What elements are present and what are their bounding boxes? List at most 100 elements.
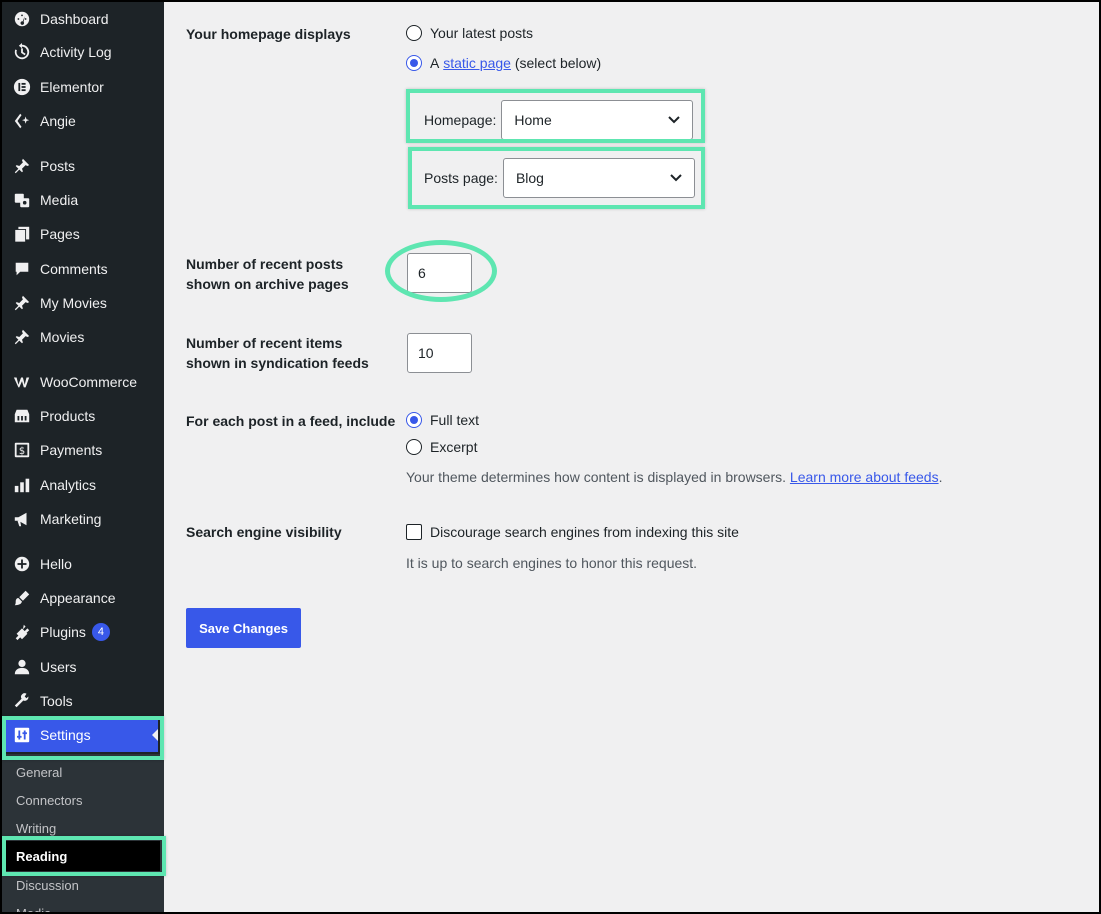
latest-posts-label: Your latest posts bbox=[430, 25, 533, 41]
settings-submenu: General Connectors Writing Reading Discu… bbox=[2, 754, 164, 912]
sparkle-icon bbox=[12, 111, 32, 131]
sidebar-item-plugins[interactable]: Plugins 4 bbox=[2, 615, 164, 649]
pin-icon bbox=[12, 327, 32, 347]
discourage-search-checkbox[interactable] bbox=[406, 524, 422, 540]
posts-page-select-value: Blog bbox=[515, 170, 544, 186]
sidebar-item-hello[interactable]: Hello bbox=[2, 547, 164, 581]
submenu-general[interactable]: General bbox=[16, 765, 62, 780]
wrench-icon bbox=[12, 691, 32, 711]
full-text-option[interactable]: Full text bbox=[406, 412, 479, 428]
sidebar-item-label: WooCommerce bbox=[40, 374, 137, 390]
sidebar-item-posts[interactable]: Posts bbox=[2, 149, 164, 183]
excerpt-label: Excerpt bbox=[430, 439, 478, 455]
archive-posts-label: Number of recent posts shown on archive … bbox=[186, 256, 349, 292]
sidebar-item-tools[interactable]: Tools bbox=[2, 684, 164, 718]
history-icon bbox=[12, 42, 32, 62]
homepage-select-label: Homepage: bbox=[424, 112, 497, 128]
feed-description: Your theme determines how content is dis… bbox=[406, 469, 942, 485]
learn-more-feeds-link[interactable]: Learn more about feeds bbox=[790, 469, 939, 485]
posts-page-select-row: Posts page: Blog bbox=[424, 158, 695, 198]
sidebar-item-woocommerce[interactable]: WooCommerce bbox=[2, 365, 164, 399]
chevron-down-icon bbox=[670, 174, 682, 182]
sidebar-item-angie[interactable]: Angie bbox=[2, 104, 164, 138]
sidebar-item-products[interactable]: Products bbox=[2, 399, 164, 433]
sidebar-item-label: Tools bbox=[40, 693, 73, 709]
sidebar-item-label: Users bbox=[40, 659, 77, 675]
static-prefix-text: A bbox=[430, 55, 440, 71]
search-description: It is up to search engines to honor this… bbox=[406, 555, 698, 571]
sidebar-item-pages[interactable]: Pages bbox=[2, 217, 164, 251]
discourage-search-option[interactable]: Discourage search engines from indexing … bbox=[406, 524, 739, 540]
sidebar-item-activity-log[interactable]: Activity Log bbox=[2, 35, 164, 69]
sidebar-item-label: Hello bbox=[40, 556, 72, 572]
save-changes-button[interactable]: Save Changes bbox=[186, 608, 301, 648]
sidebar-item-label: My Movies bbox=[40, 295, 107, 311]
chevron-down-icon bbox=[668, 116, 681, 124]
posts-page-select[interactable]: Blog bbox=[502, 158, 695, 198]
sidebar-item-movies[interactable]: Movies bbox=[2, 320, 164, 354]
plus-circle-icon bbox=[12, 554, 32, 574]
sidebar-item-comments[interactable]: Comments bbox=[2, 252, 164, 286]
feed-description-end: . bbox=[938, 469, 943, 485]
sidebar-item-label: Elementor bbox=[40, 79, 104, 95]
sidebar-item-my-movies[interactable]: My Movies bbox=[2, 286, 164, 320]
update-count-badge: 4 bbox=[91, 623, 110, 641]
sidebar-item-users[interactable]: Users bbox=[2, 650, 164, 684]
sidebar-item-label: Products bbox=[40, 408, 96, 424]
static-page-link[interactable]: static page bbox=[443, 55, 511, 71]
syndication-input[interactable] bbox=[407, 333, 472, 373]
pages-icon bbox=[12, 224, 32, 244]
submenu-discussion[interactable]: Discussion bbox=[16, 878, 79, 893]
full-text-radio[interactable] bbox=[406, 412, 422, 428]
svg-text:$: $ bbox=[19, 446, 25, 457]
sidebar-item-label: Movies bbox=[40, 329, 85, 345]
excerpt-option[interactable]: Excerpt bbox=[406, 439, 477, 455]
syndication-label: Number of recent items shown in syndicat… bbox=[186, 335, 369, 371]
sidebar-item-marketing[interactable]: Marketing bbox=[2, 502, 164, 536]
sidebar-item-label: Settings bbox=[40, 727, 91, 743]
discourage-search-label: Discourage search engines from indexing … bbox=[430, 524, 739, 540]
latest-posts-radio[interactable] bbox=[406, 25, 422, 41]
sidebar-item-analytics[interactable]: Analytics bbox=[2, 468, 164, 502]
money-icon: $ bbox=[12, 440, 32, 460]
feed-description-text: Your theme determines how content is dis… bbox=[406, 469, 787, 485]
sidebar-item-label: Pages bbox=[40, 226, 80, 242]
sidebar-item-label: Dashboard bbox=[40, 11, 109, 27]
static-page-radio[interactable] bbox=[406, 55, 422, 71]
current-menu-arrow bbox=[152, 729, 158, 741]
submenu-reading[interactable]: Reading bbox=[16, 849, 67, 864]
homepage-select-value: Home bbox=[514, 112, 552, 128]
elementor-icon bbox=[12, 77, 32, 97]
sidebar-item-label: Appearance bbox=[40, 590, 116, 606]
homepage-select-row: Homepage: Home bbox=[424, 100, 694, 140]
posts-page-select-label: Posts page: bbox=[424, 170, 498, 186]
sidebar-item-media[interactable]: Media bbox=[2, 183, 164, 217]
sidebar-item-dashboard[interactable]: Dashboard bbox=[2, 2, 164, 36]
dashboard-icon bbox=[12, 9, 32, 29]
feed-include-label: For each post in a feed, include bbox=[186, 413, 396, 429]
submenu-connectors[interactable]: Connectors bbox=[16, 793, 82, 808]
megaphone-icon bbox=[12, 509, 32, 529]
sidebar-item-payments[interactable]: $ Payments bbox=[2, 433, 164, 467]
woocommerce-icon bbox=[12, 372, 32, 392]
user-icon bbox=[12, 657, 32, 677]
sidebar-item-label: Analytics bbox=[40, 477, 97, 493]
homepage-displays-label: Your homepage displays bbox=[186, 26, 351, 42]
submenu-writing[interactable]: Writing bbox=[16, 821, 56, 836]
settings-icon bbox=[12, 725, 32, 745]
pin-icon bbox=[12, 293, 32, 313]
sidebar-item-elementor[interactable]: Elementor bbox=[2, 70, 164, 104]
static-page-option[interactable]: A static page (select below) bbox=[406, 55, 601, 71]
pin-icon bbox=[12, 156, 32, 176]
homepage-select[interactable]: Home bbox=[501, 100, 694, 140]
latest-posts-option[interactable]: Your latest posts bbox=[406, 25, 533, 41]
submenu-media[interactable]: Media bbox=[16, 906, 51, 912]
sidebar-item-label: Posts bbox=[40, 158, 76, 174]
sidebar-item-label: Payments bbox=[40, 442, 103, 458]
comment-icon bbox=[12, 259, 32, 279]
sidebar-item-settings[interactable]: Settings bbox=[2, 718, 158, 752]
static-suffix-text: (select below) bbox=[514, 55, 602, 71]
excerpt-radio[interactable] bbox=[406, 439, 422, 455]
archive-posts-input[interactable] bbox=[407, 253, 472, 293]
sidebar-item-appearance[interactable]: Appearance bbox=[2, 581, 164, 615]
